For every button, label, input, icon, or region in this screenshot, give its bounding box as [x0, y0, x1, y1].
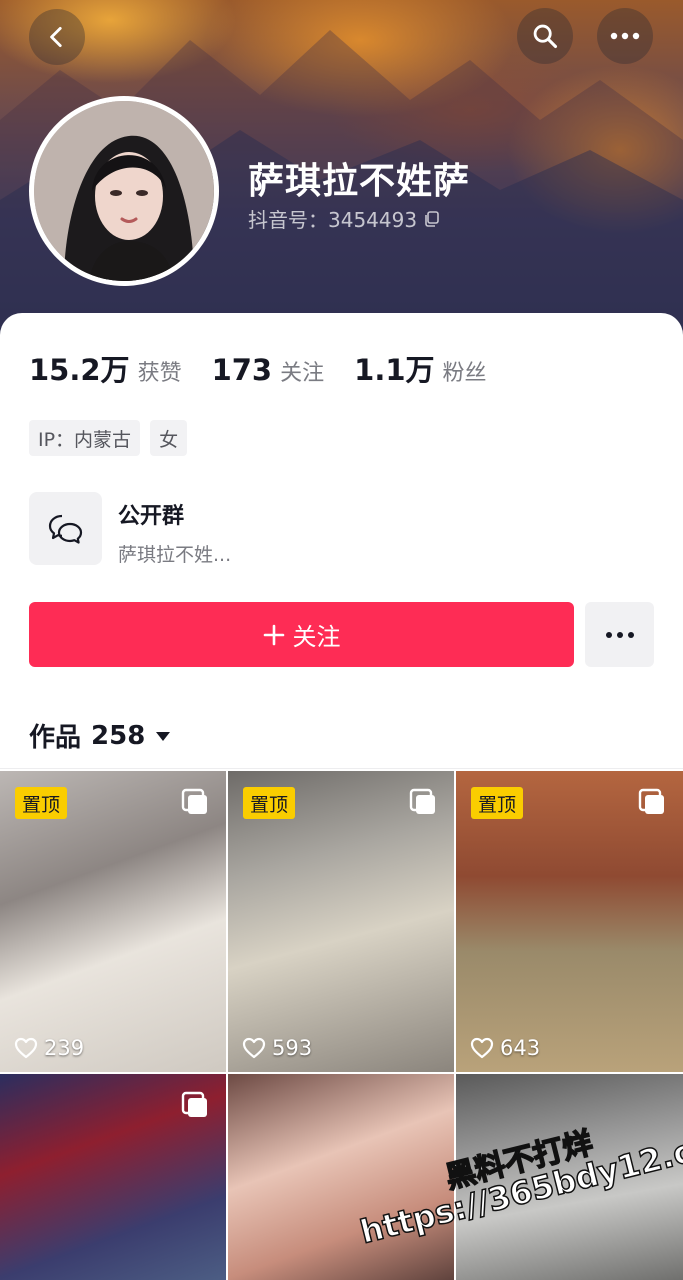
video-tile[interactable]: 置顶 593 [228, 771, 454, 1072]
stat-label: 获赞 [137, 361, 182, 386]
tab-works[interactable]: 作品 258 [29, 717, 171, 754]
douyin-id-text: 抖音号：3454493 [248, 208, 418, 232]
multi-image-icon [638, 788, 664, 814]
search-button[interactable] [517, 8, 573, 64]
works-count: 258 [91, 720, 146, 751]
like-count-value: 643 [500, 1036, 541, 1060]
avatar[interactable] [29, 96, 219, 286]
follow-more-button[interactable] [585, 602, 654, 667]
pinned-badge: 置顶 [15, 787, 68, 819]
stat-value: 1.1万 [354, 353, 435, 387]
stat-label: 关注 [280, 361, 325, 386]
stat-likes[interactable]: 15.2万 获赞 [29, 347, 182, 389]
copy-icon[interactable] [423, 210, 441, 228]
group-subtitle: 萨琪拉不姓... [118, 544, 232, 566]
avatar-image [34, 101, 214, 281]
tab-divider [0, 768, 683, 769]
plus-icon [263, 624, 284, 645]
avatar-portrait [34, 101, 214, 281]
follow-label: 关注 [292, 623, 341, 651]
tag-ip: IP：内蒙古 [29, 420, 141, 456]
video-tile[interactable]: 置顶 643 [456, 771, 683, 1072]
profile-name: 萨琪拉不姓萨 [248, 161, 471, 202]
group-title: 公开群 [118, 504, 185, 529]
more-button[interactable] [597, 8, 653, 64]
pinned-badge: 置顶 [471, 787, 524, 819]
heart-icon [14, 1037, 38, 1059]
group-icon-box [29, 492, 102, 565]
heart-icon [470, 1037, 494, 1059]
stat-following[interactable]: 173 关注 [212, 353, 325, 387]
profile-tags: IP：内蒙古 女 [29, 420, 188, 456]
group-text: 公开群 萨琪拉不姓... [118, 498, 231, 567]
multi-image-icon [409, 788, 435, 814]
stat-followers[interactable]: 1.1万 粉丝 [354, 347, 486, 389]
profile-banner: 萨琪拉不姓萨 抖音号：3454493 [0, 0, 683, 340]
public-group-entry[interactable]: 公开群 萨琪拉不姓... [29, 492, 231, 567]
stats-row: 15.2万 获赞 173 关注 1.1万 粉丝 [29, 347, 517, 389]
pinned-badge: 置顶 [243, 787, 296, 819]
back-button[interactable] [29, 9, 85, 65]
like-count-value: 239 [44, 1036, 85, 1060]
stat-value: 15.2万 [29, 353, 130, 387]
like-count: 593 [242, 1036, 312, 1060]
like-count: 239 [14, 1036, 84, 1060]
multi-image-icon [181, 1091, 207, 1117]
more-dots-icon [610, 32, 640, 40]
like-count-value: 593 [272, 1036, 313, 1060]
search-icon [533, 24, 558, 49]
heart-icon [242, 1037, 266, 1059]
stat-value: 173 [211, 353, 273, 387]
triangle-down-icon [156, 731, 171, 741]
follow-button[interactable]: 关注 [29, 602, 574, 667]
chat-bubbles-icon [48, 514, 82, 544]
multi-image-icon [181, 788, 207, 814]
like-count: 643 [470, 1036, 540, 1060]
more-dots-icon [605, 631, 634, 638]
video-tile[interactable] [0, 1074, 226, 1280]
chevron-left-icon [50, 26, 62, 48]
stat-label: 粉丝 [442, 361, 487, 386]
works-label: 作品 [29, 723, 82, 753]
video-tile[interactable]: 置顶 239 [0, 771, 226, 1072]
douyin-id[interactable]: 抖音号：3454493 [248, 204, 441, 233]
tag-gender: 女 [150, 420, 188, 456]
